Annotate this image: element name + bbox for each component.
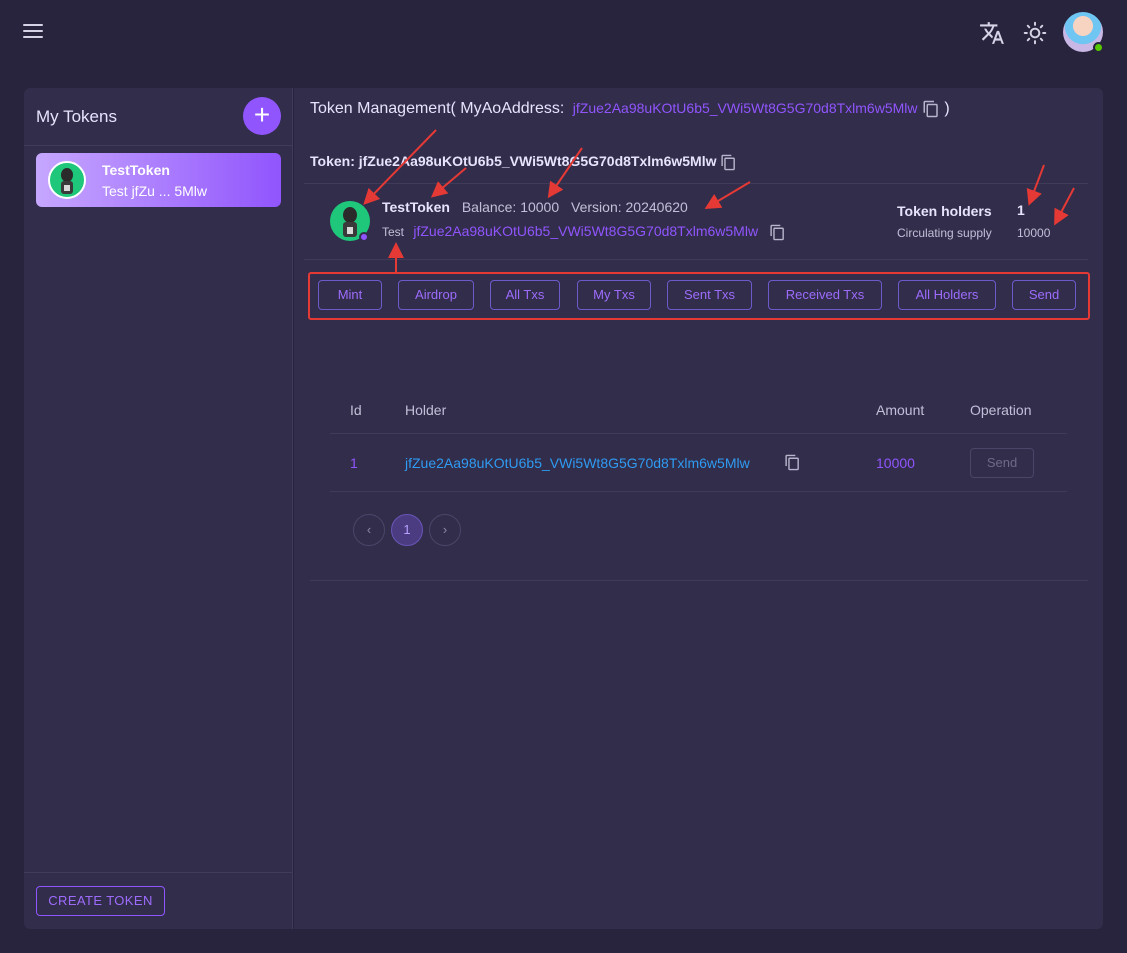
token-management-panel: Token Management( MyAoAddress: jfZue2Aa9… [294, 88, 1103, 929]
row-id: 1 [350, 455, 358, 471]
token-balance: Balance: 10000 [461, 199, 560, 215]
table-header-divider [330, 433, 1067, 434]
copy-icon[interactable] [769, 224, 786, 241]
all-holders-button[interactable]: All Holders [898, 280, 996, 310]
token-list-item[interactable]: TestToken Test jfZu ... 5Mlw [36, 153, 281, 207]
sent-txs-button[interactable]: Sent Txs [667, 280, 752, 310]
column-header-amount: Amount [876, 402, 925, 418]
airdrop-button[interactable]: Airdrop [398, 280, 474, 310]
pagination-page[interactable]: 1 [391, 514, 423, 546]
token-id-text: Token: jfZue2Aa98uKOtU6b5_VWi5Wt8G5G70d8… [310, 153, 717, 169]
row-send-button[interactable]: Send [970, 448, 1034, 478]
divider [310, 580, 1088, 581]
token-id-line: Token: jfZue2Aa98uKOtU6b5_VWi5Wt8G5G70d8… [310, 153, 737, 171]
menu-icon[interactable] [23, 24, 43, 40]
tokens-sidebar: My Tokens + TestToken Test jfZu ... 5Mlw… [24, 88, 293, 929]
copy-icon[interactable] [720, 154, 737, 171]
copy-icon[interactable] [922, 100, 940, 118]
supply-label: Circulating supply [897, 226, 992, 240]
row-amount: 10000 [876, 455, 915, 471]
all-txs-button[interactable]: All Txs [490, 280, 560, 310]
holders-value: 1 [1017, 202, 1025, 218]
status-dot [359, 232, 369, 242]
create-token-button[interactable]: CREATE TOKEN [36, 886, 165, 916]
token-item-name: TestToken [102, 162, 170, 178]
token-name: TestToken [382, 199, 450, 215]
supply-value: 10000 [1017, 226, 1051, 240]
sun-icon[interactable] [1022, 20, 1048, 46]
top-app-bar [0, 0, 1127, 64]
token-address-link[interactable]: jfZue2Aa98uKOtU6b5_VWi5Wt8G5G70d8Txlm6w5… [413, 223, 758, 239]
token-logo [48, 161, 86, 199]
online-status-dot [1093, 42, 1104, 53]
token-ticker: Test [382, 225, 405, 239]
add-token-button[interactable]: + [243, 97, 281, 135]
column-header-id: Id [350, 402, 362, 418]
token-address-row: Test jfZue2Aa98uKOtU6b5_VWi5Wt8G5G70d8Tx… [382, 223, 786, 241]
copy-icon[interactable] [784, 454, 801, 471]
my-txs-button[interactable]: My Txs [577, 280, 651, 310]
divider [304, 183, 1088, 184]
holders-label: Token holders [897, 203, 992, 219]
user-avatar[interactable] [1063, 12, 1104, 53]
pagination-prev[interactable]: ‹ [353, 514, 385, 546]
token-item-subtitle: Test jfZu ... 5Mlw [102, 183, 208, 199]
table-row-divider [330, 491, 1067, 492]
received-txs-button[interactable]: Received Txs [768, 280, 882, 310]
token-detail-card: Token: jfZue2Aa98uKOtU6b5_VWi5Wt8G5G70d8… [304, 133, 1094, 923]
send-button[interactable]: Send [1012, 280, 1076, 310]
sidebar-title: My Tokens [36, 107, 117, 126]
title-suffix: ) [944, 100, 950, 118]
column-header-operation: Operation [970, 402, 1032, 418]
divider [24, 145, 293, 146]
title-prefix: Token Management( MyAoAddress: [310, 100, 565, 118]
page-title: Token Management( MyAoAddress: jfZue2Aa9… [310, 100, 950, 118]
translate-icon[interactable] [979, 20, 1005, 46]
token-info-row: TestToken Balance: 10000 Version: 202406… [382, 199, 688, 215]
row-holder-link[interactable]: jfZue2Aa98uKOtU6b5_VWi5Wt8G5G70d8Txlm6w5… [405, 455, 750, 471]
token-version: Version: 20240620 [571, 199, 688, 215]
divider [304, 259, 1088, 260]
column-header-holder: Holder [405, 402, 447, 418]
divider [24, 872, 293, 873]
my-ao-address-link[interactable]: jfZue2Aa98uKOtU6b5_VWi5Wt8G5G70d8Txlm6w5… [573, 100, 918, 116]
pagination-next[interactable]: › [429, 514, 461, 546]
mint-button[interactable]: Mint [318, 280, 382, 310]
